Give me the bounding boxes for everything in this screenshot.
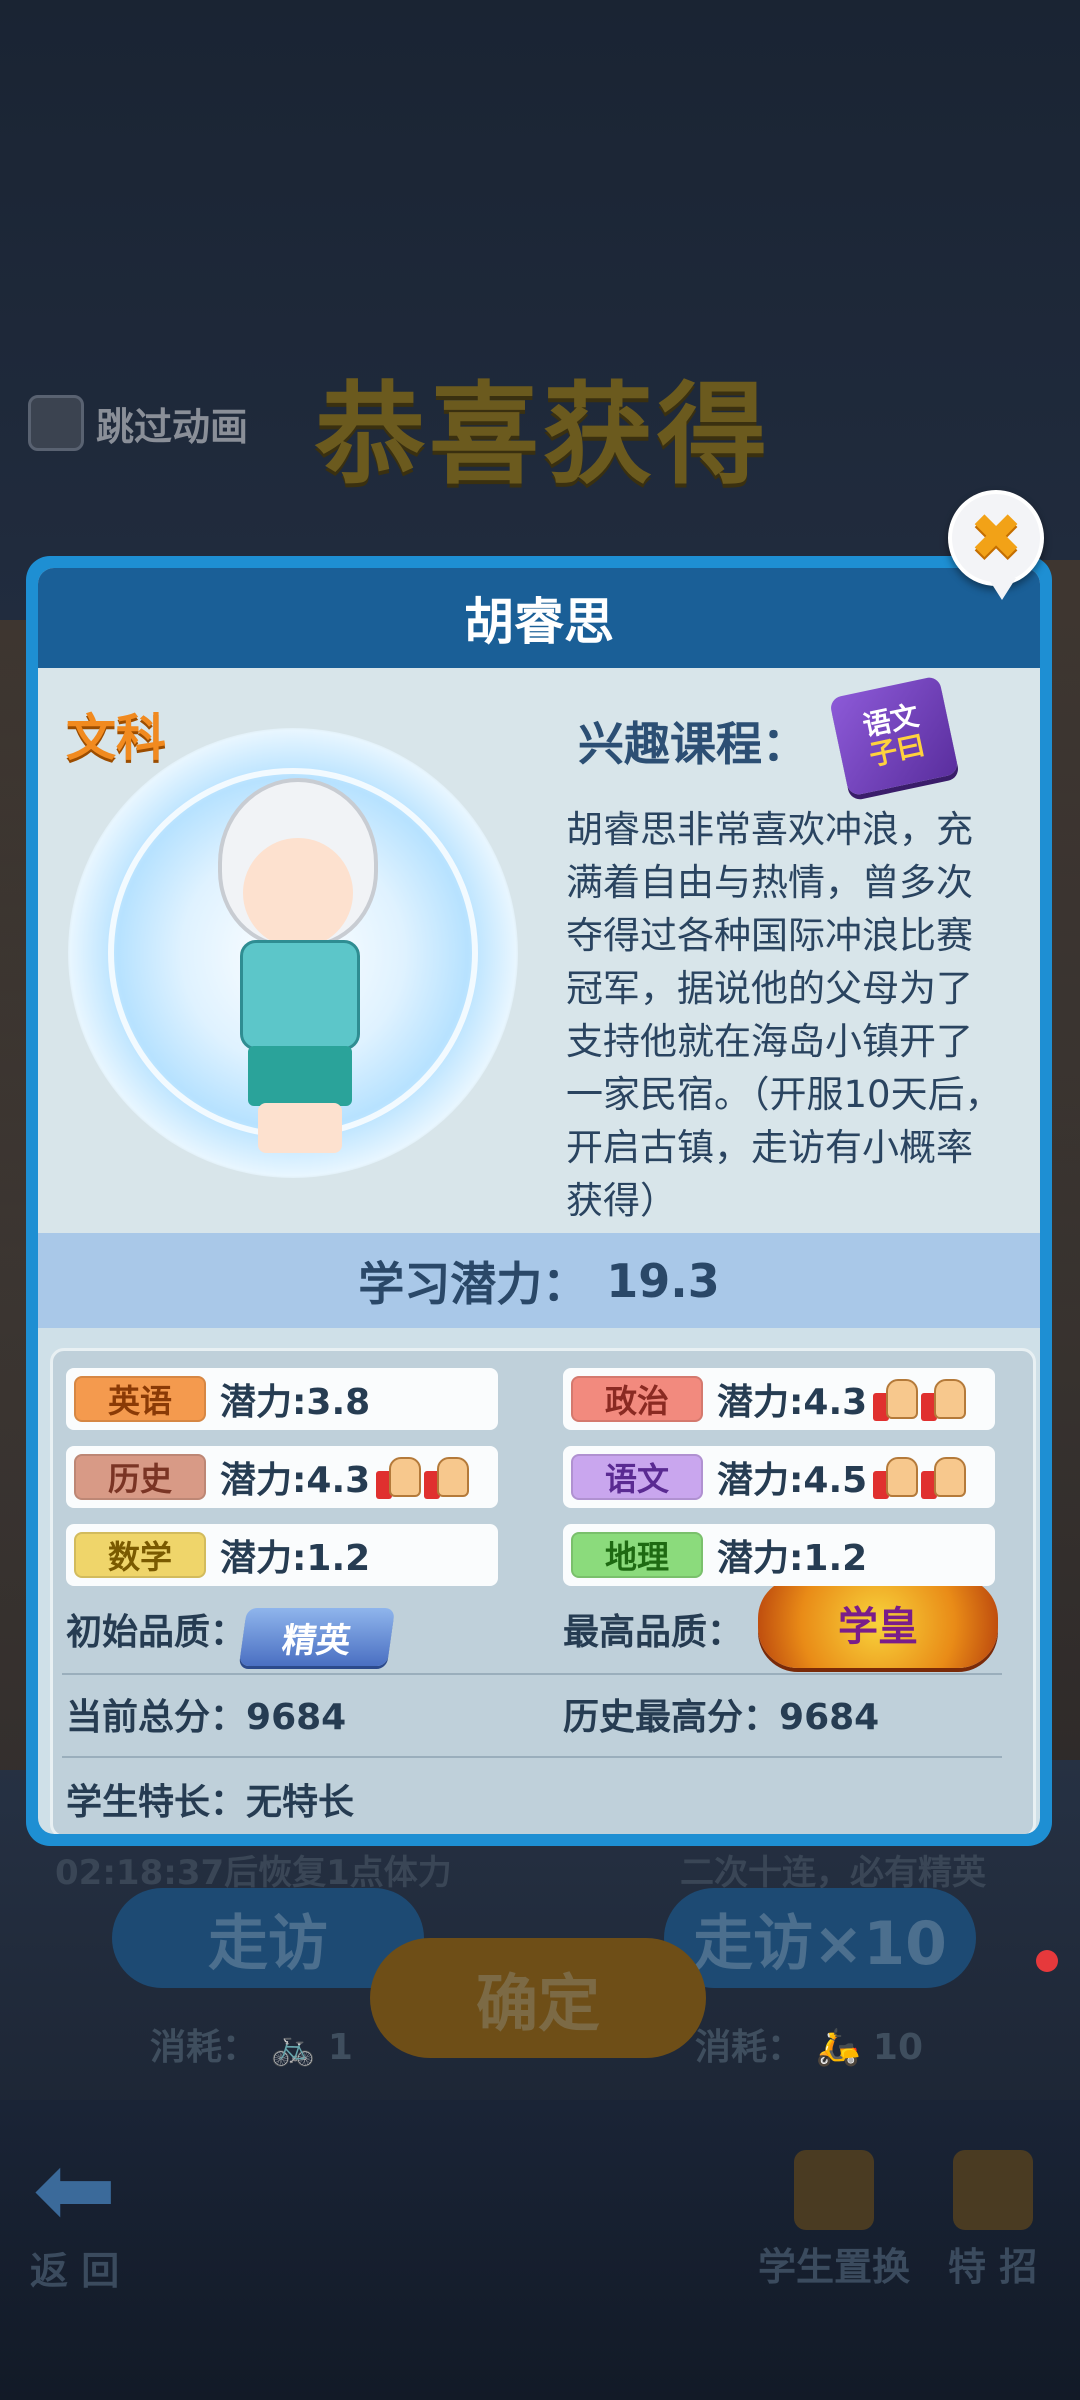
bottom-nav — [0, 2100, 1080, 2400]
cost-10-value: 10 — [872, 2027, 924, 2068]
subject-potential: 潜力:4.3 — [220, 1460, 371, 1501]
scroll-icon — [952, 2150, 1033, 2230]
specialty-value: 无特长 — [246, 1782, 355, 1823]
best-score: 历史最高分：9684 — [563, 1688, 879, 1740]
learning-potential-value: 19.3 — [606, 1253, 720, 1308]
thumbs-up-icon — [424, 1455, 470, 1499]
special-recruit-label: 特 招 — [948, 2245, 1038, 2289]
subject-row: 地理 潜力:1.2 — [563, 1524, 995, 1586]
category-label: 文科 — [66, 709, 166, 767]
back-arrow-icon: ⬅ — [32, 2131, 117, 2248]
skip-animation-toggle[interactable]: 跳过动画 — [28, 395, 248, 451]
congrats-title: 恭喜获得 — [315, 371, 771, 499]
avatar-shirt — [240, 940, 360, 1050]
thumbs-up-icon — [873, 1377, 919, 1421]
best-score-value: 9684 — [779, 1697, 880, 1738]
interest-course-label: 兴趣课程： — [578, 717, 808, 771]
close-icon: ✖ — [969, 501, 1023, 575]
guarantee-text: 二次十连，必有精英 — [680, 1853, 986, 1893]
student-swap-button[interactable]: 学生置换 — [758, 2150, 910, 2291]
visit-x10-button[interactable]: 走访×10 — [664, 1888, 976, 1988]
thumbs-up-icon — [921, 1455, 967, 1499]
learning-potential-label: 学习潜力： — [358, 1256, 589, 1311]
subject-potential: 潜力:4.3 — [717, 1382, 868, 1423]
subject-potential: 潜力:4.5 — [717, 1460, 868, 1501]
thumbs-up-icon — [376, 1455, 422, 1499]
chinese-book-icon: 语文 子曰 — [828, 675, 960, 797]
confirm-button[interactable]: 确定 — [370, 1938, 706, 2058]
skip-animation-label: 跳过动画 — [96, 404, 249, 449]
xuehuang-badge: 学皇 — [758, 1578, 998, 1668]
subject-row: 历史 潜力:4.3 — [66, 1446, 498, 1508]
student-profile: 文科 兴趣课程： 语文 子曰 胡睿思非常喜欢冲浪，充满着自由与热情，曾多次夺得过各… — [38, 668, 1040, 1233]
initial-quality-label: 初始品质： — [66, 1612, 247, 1653]
elite-badge: 精英 — [238, 1608, 396, 1666]
scooter-icon: 🛵 — [803, 2027, 873, 2068]
max-quality-label: 最高品质： — [563, 1612, 744, 1653]
subject-tag: 语文 — [571, 1454, 703, 1500]
dialog-title-bar: 胡睿思 — [38, 568, 1040, 668]
truck-icon — [794, 2150, 874, 2230]
recovery-timer-text: 02:18:37后恢复1点体力 — [55, 1853, 452, 1893]
avatar-legs — [258, 1103, 342, 1153]
subject-potential: 潜力:1.2 — [717, 1538, 868, 1579]
current-score-value: 9684 — [246, 1697, 347, 1738]
student-info-dialog: 胡睿思 文科 兴趣课程： 语文 子曰 胡睿思非常喜欢冲浪，充满着自由与热情，曾多次… — [26, 556, 1052, 1846]
subject-potential: 潜力:1.2 — [220, 1538, 371, 1579]
student-avatar — [68, 728, 518, 1178]
back-label: 返 回 — [30, 2249, 120, 2293]
learning-potential-bar: 学习潜力： 19.3 — [38, 1233, 1040, 1328]
thumbs-up-icon — [921, 1377, 967, 1421]
special-recruit-button[interactable]: 特 招 — [948, 2150, 1037, 2291]
current-score-label: 当前总分： — [66, 1697, 247, 1738]
bicycle-icon: 🚲 — [258, 2027, 328, 2068]
subject-tag: 数学 — [74, 1532, 206, 1578]
skip-checkbox[interactable] — [28, 395, 84, 451]
cost-1-value: 1 — [327, 2027, 353, 2068]
subject-tag: 历史 — [74, 1454, 206, 1500]
thumbs-up-group — [873, 1455, 967, 1499]
current-score: 当前总分：9684 — [66, 1688, 346, 1740]
student-name: 胡睿思 — [464, 593, 614, 651]
notification-dot — [1036, 1950, 1058, 1972]
subject-potential: 潜力:3.8 — [220, 1382, 371, 1423]
student-swap-label: 学生置换 — [758, 2245, 911, 2289]
subject-row: 数学 潜力:1.2 — [66, 1524, 498, 1586]
avatar-face — [243, 838, 353, 948]
subject-tag: 地理 — [571, 1532, 703, 1578]
thumbs-up-group — [376, 1455, 470, 1499]
dialog-content: 胡睿思 文科 兴趣课程： 语文 子曰 胡睿思非常喜欢冲浪，充满着自由与热情，曾多次… — [38, 568, 1040, 1834]
cost-1-label: 消耗： 🚲 1 — [150, 2018, 353, 2070]
thumbs-up-group — [873, 1377, 967, 1421]
specialty-label: 学生特长： — [66, 1782, 247, 1823]
subject-tag: 政治 — [571, 1376, 703, 1422]
subject-row: 语文 潜力:4.5 — [563, 1446, 995, 1508]
divider — [62, 1756, 1002, 1758]
close-button[interactable]: ✖ — [948, 490, 1044, 600]
cost-1-prefix: 消耗： — [150, 2027, 259, 2068]
cost-10-label: 消耗： 🛵 10 — [695, 2018, 923, 2070]
thumbs-up-icon — [873, 1455, 919, 1499]
divider — [62, 1673, 1002, 1675]
student-description: 胡睿思非常喜欢冲浪，充满着自由与热情，曾多次夺得过各种国际冲浪比赛冠军，据说他的… — [566, 808, 1002, 1222]
best-score-label: 历史最高分： — [563, 1697, 780, 1738]
cost-10-prefix: 消耗： — [695, 2027, 804, 2068]
avatar-shorts — [248, 1046, 352, 1106]
subject-row: 英语 潜力:3.8 — [66, 1368, 498, 1430]
subject-tag: 英语 — [74, 1376, 206, 1422]
back-button[interactable]: ⬅ 返 回 — [30, 2140, 119, 2295]
student-specialty: 学生特长：无特长 — [66, 1773, 354, 1825]
subject-row: 政治 潜力:4.3 — [563, 1368, 995, 1430]
